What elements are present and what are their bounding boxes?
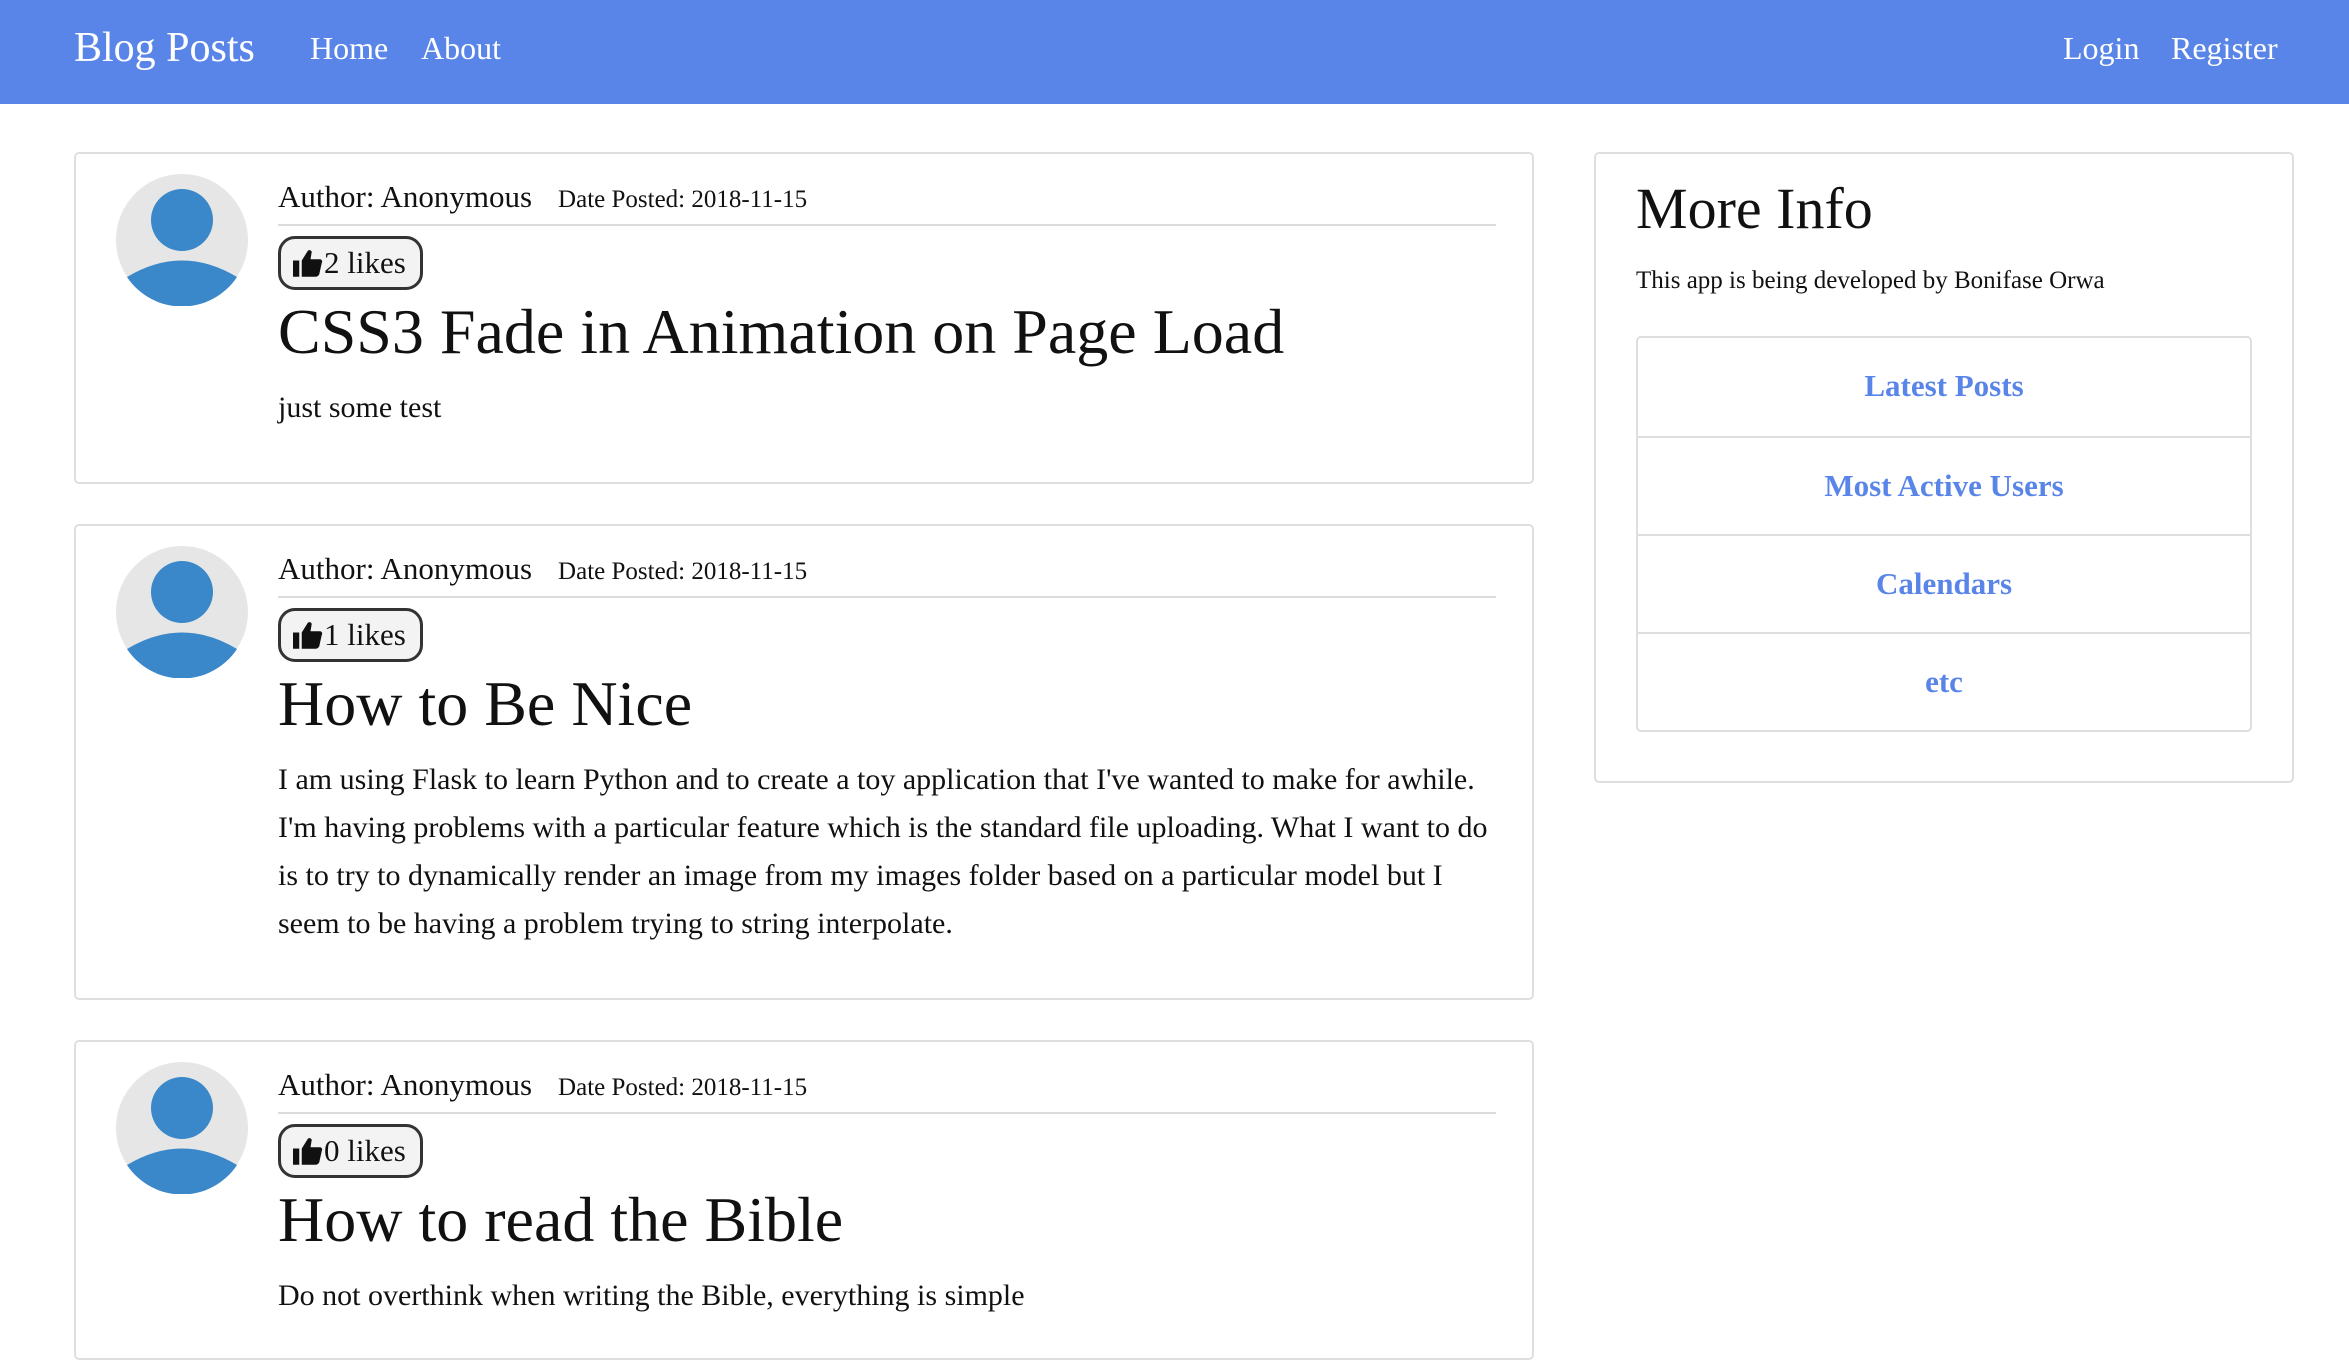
post-date: Date Posted: 2018-11-15 bbox=[558, 1074, 808, 1101]
post-meta: Author: Anonymous Date Posted: 2018-11-1… bbox=[278, 548, 1496, 598]
post-title[interactable]: How to Be Nice bbox=[278, 666, 1496, 742]
sidebar-link-etc[interactable]: etc bbox=[1638, 632, 2250, 730]
like-count: 0 likes bbox=[324, 1133, 406, 1168]
nav-link-about[interactable]: About bbox=[421, 27, 501, 69]
like-button[interactable]: 0 likes bbox=[278, 1124, 423, 1178]
post-content: I am using Flask to learn Python and to … bbox=[278, 763, 1488, 940]
post-card: Author: Anonymous Date Posted: 2018-11-1… bbox=[74, 1040, 1534, 1360]
sidebar-link-list: Latest Posts Most Active Users Calendars… bbox=[1636, 336, 2252, 732]
post-title[interactable]: How to read the Bible bbox=[278, 1182, 1496, 1258]
thumbs-up-icon bbox=[293, 1138, 323, 1165]
post-date: Date Posted: 2018-11-15 bbox=[558, 558, 808, 585]
sidebar-title: More Info bbox=[1636, 176, 1873, 241]
post-body: Author: Anonymous Date Posted: 2018-11-1… bbox=[278, 1064, 1496, 1320]
post-content: just some test bbox=[278, 391, 442, 424]
sidebar-link-most-active-users[interactable]: Most Active Users bbox=[1638, 436, 2250, 534]
post-card: Author: Anonymous Date Posted: 2018-11-1… bbox=[74, 524, 1534, 1000]
post-author: Author: Anonymous bbox=[278, 551, 533, 586]
nav-link-home[interactable]: Home bbox=[310, 27, 388, 69]
post-author: Author: Anonymous bbox=[278, 1067, 533, 1102]
post-body: Author: Anonymous Date Posted: 2018-11-1… bbox=[278, 176, 1496, 432]
like-button[interactable]: 2 likes bbox=[278, 236, 423, 290]
like-count: 2 likes bbox=[324, 245, 406, 280]
post-body: Author: Anonymous Date Posted: 2018-11-1… bbox=[278, 548, 1496, 948]
navbar-brand[interactable]: Blog Posts bbox=[74, 22, 255, 74]
post-content: Do not overthink when writing the Bible,… bbox=[278, 1279, 1025, 1312]
post-card: Author: Anonymous Date Posted: 2018-11-1… bbox=[74, 152, 1534, 484]
thumbs-up-icon bbox=[293, 622, 323, 649]
post-meta: Author: Anonymous Date Posted: 2018-11-1… bbox=[278, 176, 1496, 226]
nav-link-register[interactable]: Register bbox=[2171, 27, 2278, 69]
sidebar: More Info This app is being developed by… bbox=[1594, 152, 2294, 783]
user-avatar-icon bbox=[116, 1062, 248, 1194]
like-count: 1 likes bbox=[324, 617, 406, 652]
post-title[interactable]: CSS3 Fade in Animation on Page Load bbox=[278, 294, 1496, 370]
post-meta: Author: Anonymous Date Posted: 2018-11-1… bbox=[278, 1064, 1496, 1114]
like-button[interactable]: 1 likes bbox=[278, 608, 423, 662]
sidebar-link-latest-posts[interactable]: Latest Posts bbox=[1638, 338, 2250, 436]
nav-link-login[interactable]: Login bbox=[2063, 27, 2139, 69]
post-date: Date Posted: 2018-11-15 bbox=[558, 186, 808, 213]
navbar: Blog Posts Home About Login Register bbox=[0, 0, 2349, 104]
user-avatar-icon bbox=[116, 174, 248, 306]
sidebar-description: This app is being developed by Bonifase … bbox=[1636, 267, 2105, 294]
post-author: Author: Anonymous bbox=[278, 179, 533, 214]
user-avatar-icon bbox=[116, 546, 248, 678]
thumbs-up-icon bbox=[293, 250, 323, 277]
sidebar-link-calendars[interactable]: Calendars bbox=[1638, 534, 2250, 632]
